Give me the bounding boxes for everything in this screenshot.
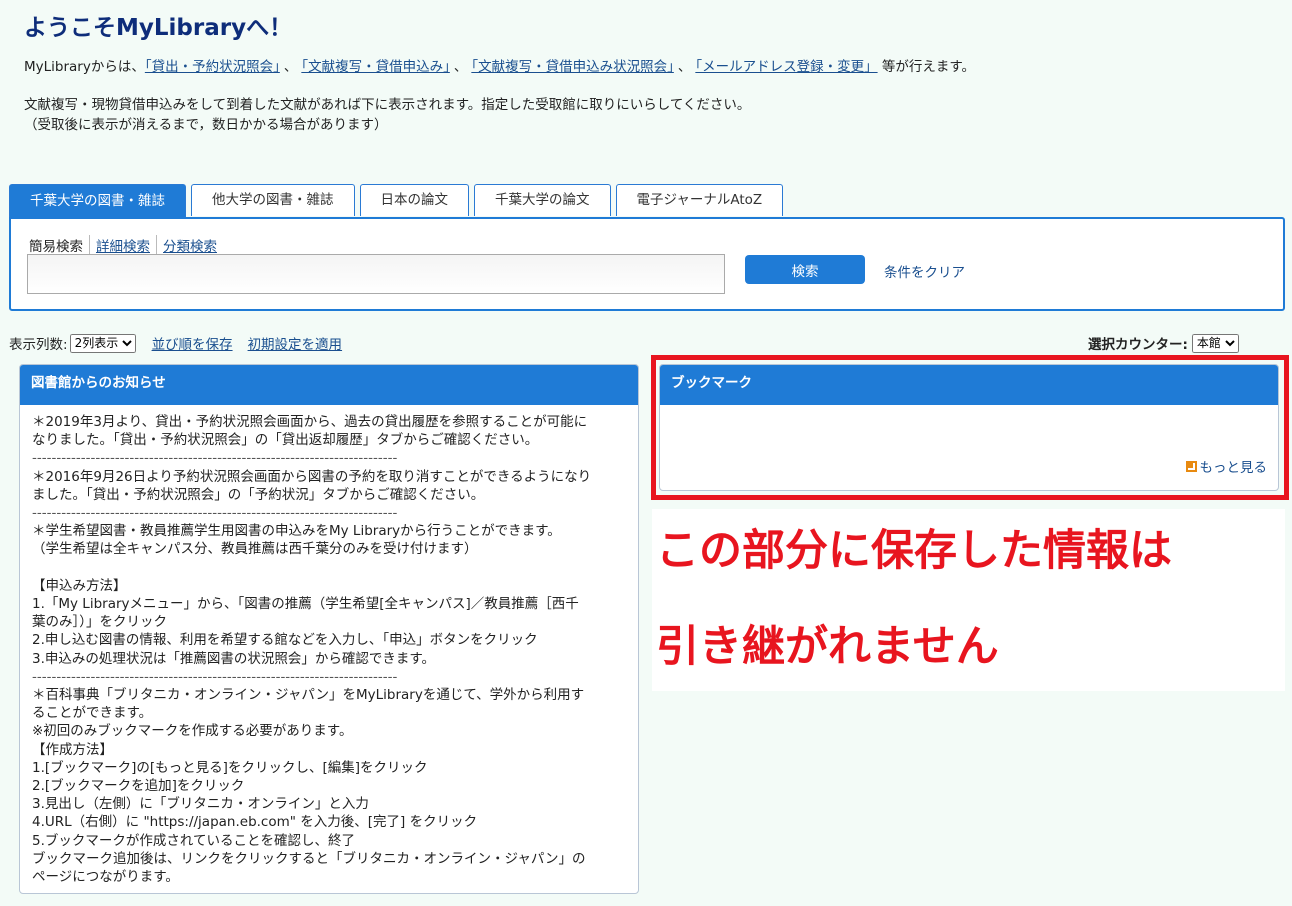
intro-separator: 、 (453, 59, 468, 75)
news-panel-title: 図書館からのお知らせ (20, 365, 638, 405)
news-line: 3.見出し（左側）に「ブリタニカ・オンライン」と入力 (32, 796, 369, 813)
search-button[interactable]: 検索 (745, 255, 865, 284)
mode-detail-link[interactable]: 詳細検索 (96, 239, 150, 255)
search-input[interactable] (27, 254, 725, 294)
copy-request-link[interactable]: 「文献複写・貸借申込み」 (301, 59, 450, 75)
loan-status-link[interactable]: 「貸出・予約状況照会」 (145, 59, 280, 75)
search-modes: 簡易検索 詳細検索 分類検索 (29, 235, 223, 255)
news-line: 4.URL（右側）に "https://japan.eb.com" を入力後、[… (32, 814, 478, 831)
notice-line: 文献複写・現物貸借申込みをして到着した文献があれば下に表示されます。指定した受取… (24, 97, 751, 113)
news-line: 2.申し込む図書の情報、利用を希望する館などを入力し、「申込」ボタンをクリック (32, 632, 538, 649)
tab-chiba-papers[interactable]: 千葉大学の論文 (474, 184, 611, 216)
copy-request-status-link[interactable]: 「文献複写・貸借申込み状況照会」 (471, 59, 674, 75)
mode-category-link[interactable]: 分類検索 (163, 239, 217, 255)
news-line: 【申込み方法】 (32, 577, 127, 594)
intro-separator: 、 (677, 59, 692, 75)
tab-other-univ-books[interactable]: 他大学の図書・雑誌 (191, 184, 355, 216)
news-line: ブックマーク追加後は、リンクをクリックすると「ブリタニカ・オンライン・ジャパン」… (32, 850, 586, 867)
arrival-notice: 文献複写・現物貸借申込みをして到着した文献があれば下に表示されます。指定した受取… (24, 95, 750, 135)
bookmark-panel: ブックマーク もっと見る (659, 364, 1279, 491)
intro-text: MyLibraryからは、「貸出・予約状況照会」、「文献複写・貸借申込み」、「文… (24, 55, 975, 75)
news-line: 3.申込みの処理状況は「推薦図書の状況照会」から確認できます。 (32, 650, 436, 667)
bookmark-panel-title: ブックマーク (660, 365, 1278, 405)
news-line: ました。「貸出・予約状況照会」の「予約状況」タブからご確認ください。 (32, 486, 485, 503)
search-panel: 簡易検索 詳細検索 分類検索 検索 条件をクリア (9, 217, 1285, 311)
more-label: もっと見る (1199, 460, 1268, 476)
news-line: 1.「My Libraryメニュー」から、「図書の推薦（学生希望[全キャンパス]… (32, 596, 579, 613)
news-line: ることができます。 (32, 705, 153, 722)
news-line: 5.ブックマークが作成されていることを確認し、終了 (32, 832, 355, 849)
email-register-link[interactable]: 「メールアドレス登録・変更」 (695, 59, 877, 75)
news-line: ＊2019年3月より、貸出・予約状況照会画面から、過去の貸出履歴を参照することが… (32, 414, 588, 430)
news-line: ＊学生希望図書・教員推薦学生用図書の申込みをMy Libraryから行うことがで… (32, 523, 561, 540)
news-line: 葉のみ］）」をクリック (32, 614, 167, 631)
notice-line: （受取後に表示が消えるまで，数日かかる場合があります） (24, 117, 388, 133)
more-link[interactable]: もっと見る (1185, 456, 1268, 476)
counter-bar: 選択カウンター: 本館 (1088, 333, 1239, 353)
news-line (32, 559, 626, 577)
news-body: ＊2019年3月より、貸出・予約状況照会画面から、過去の貸出履歴を参照することが… (20, 405, 638, 894)
tab-japanese-papers[interactable]: 日本の論文 (359, 184, 469, 216)
annotation-line: この部分に保存した情報は (656, 526, 1172, 576)
news-line: 2.[ブックマークを追加]をクリック (32, 778, 245, 795)
news-divider: ----------------------------------------… (32, 505, 398, 522)
news-panel: 図書館からのお知らせ ＊2019年3月より、貸出・予約状況照会画面から、過去の貸… (19, 364, 639, 894)
arrow-icon (1185, 460, 1197, 472)
columns-select[interactable]: 2列表示 (69, 333, 136, 353)
annotation-line: 引き継がれません (656, 622, 999, 672)
intro-separator: 、 (283, 59, 298, 75)
news-line: （学生希望は全キャンパス分、教員推薦は西千葉分のみを受け付けます） (32, 541, 478, 558)
news-line: 1.[ブックマーク]の[もっと見る]をクリックし、[編集]をクリック (32, 759, 428, 776)
view-settings-bar: 表示列数: 2列表示 並び順を保存 初期設定を適用 (9, 333, 357, 353)
news-line: ＊2016年9月26日より予約状況照会画面から図書の予約を取り消すことができるよ… (32, 468, 592, 485)
counter-label: 選択カウンター: (1088, 337, 1188, 353)
news-divider: ----------------------------------------… (32, 450, 398, 467)
news-line: なりました。「貸出・予約状況照会」の「貸出返却履歴」タブからご確認ください。 (32, 432, 539, 449)
columns-label: 表示列数: (9, 337, 68, 353)
clear-conditions-link[interactable]: 条件をクリア (884, 261, 965, 281)
search-tabs: 千葉大学の図書・雑誌 他大学の図書・雑誌 日本の論文 千葉大学の論文 電子ジャー… (9, 184, 788, 218)
apply-default-link[interactable]: 初期設定を適用 (248, 333, 343, 353)
intro-prefix: MyLibraryからは、 (24, 59, 145, 75)
counter-select[interactable]: 本館 (1191, 333, 1239, 353)
news-line: ＊百科事典「ブリタニカ・オンライン・ジャパン」をMyLibraryを通じて、学外… (32, 687, 585, 704)
tab-chiba-books[interactable]: 千葉大学の図書・雑誌 (9, 184, 186, 218)
news-line: ページにつながります。 (32, 869, 179, 886)
news-line: 【作成方法】 (32, 741, 113, 758)
page-title: ようこそMyLibraryへ！ (24, 15, 293, 41)
news-line: ※初回のみブックマークを作成する必要があります。 (32, 723, 353, 740)
save-order-link[interactable]: 並び順を保存 (152, 333, 233, 353)
news-divider: ----------------------------------------… (32, 668, 398, 685)
tab-ejournal-atoz[interactable]: 電子ジャーナルAtoZ (615, 184, 784, 216)
annotation-note: この部分に保存した情報は 引き継がれません (652, 509, 1285, 691)
mode-simple: 簡易検索 (29, 239, 83, 255)
intro-suffix: 等が行えます。 (881, 59, 976, 75)
